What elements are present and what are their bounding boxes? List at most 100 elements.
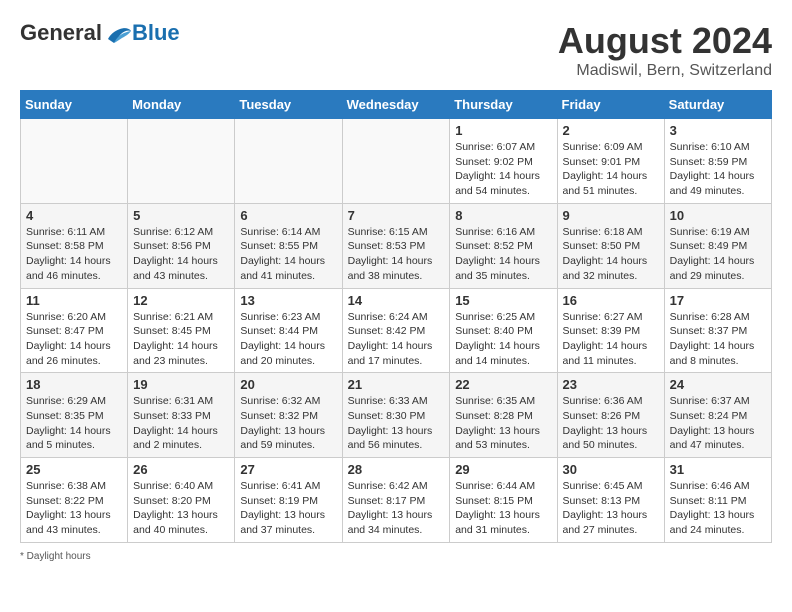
day-number-5: 5 (133, 208, 229, 223)
calendar-cell-13: 13 Sunrise: 6:23 AMSunset: 8:44 PMDayligh… (235, 288, 342, 373)
calendar-cell-3: 3 Sunrise: 6:10 AMSunset: 8:59 PMDaylight… (664, 119, 771, 204)
calendar-cell-15: 15 Sunrise: 6:25 AMSunset: 8:40 PMDayligh… (450, 288, 557, 373)
day-info-30: Sunrise: 6:45 AMSunset: 8:13 PMDaylight:… (563, 479, 659, 538)
day-number-10: 10 (670, 208, 766, 223)
day-number-11: 11 (26, 293, 122, 308)
calendar-cell-10: 10 Sunrise: 6:19 AMSunset: 8:49 PMDayligh… (664, 203, 771, 288)
calendar-cell-21: 21Sunrise: 6:33 AMSunset: 8:30 PMDayligh… (342, 373, 450, 458)
calendar-cell-24: 24 Sunrise: 6:37 AMSunset: 8:24 PMDayligh… (664, 373, 771, 458)
calendar-week-row-5: 25 Sunrise: 6:38 AMSunset: 8:22 PMDayligh… (21, 458, 772, 543)
day-number-2: 2 (563, 123, 659, 138)
calendar-cell-19: 19 Sunrise: 6:31 AMSunset: 8:33 PMDayligh… (128, 373, 235, 458)
calendar-cell-14: 14 Sunrise: 6:24 AMSunset: 8:42 PMDayligh… (342, 288, 450, 373)
day-number-15: 15 (455, 293, 551, 308)
day-info-5: Sunrise: 6:12 AMSunset: 8:56 PMDaylight:… (133, 225, 229, 284)
calendar-cell-empty (128, 119, 235, 204)
calendar-cell-9: 9 Sunrise: 6:18 AMSunset: 8:50 PMDaylight… (557, 203, 664, 288)
logo-bird-icon (104, 21, 132, 45)
day-number-16: 16 (563, 293, 659, 308)
day-number-25: 25 (26, 462, 122, 477)
calendar-cell-5: 5 Sunrise: 6:12 AMSunset: 8:56 PMDaylight… (128, 203, 235, 288)
day-info-6: Sunrise: 6:14 AMSunset: 8:55 PMDaylight:… (240, 225, 336, 284)
day-info-20: Sunrise: 6:32 AMSunset: 8:32 PMDaylight:… (240, 394, 336, 453)
calendar-header-row: SundayMondayTuesdayWednesdayThursdayFrid… (21, 91, 772, 119)
calendar-header-tuesday: Tuesday (235, 91, 342, 119)
day-number-18: 18 (26, 377, 122, 392)
calendar-cell-11: 11Sunrise: 6:20 AMSunset: 8:47 PMDayligh… (21, 288, 128, 373)
day-number-26: 26 (133, 462, 229, 477)
calendar-header-thursday: Thursday (450, 91, 557, 119)
day-number-3: 3 (670, 123, 766, 138)
day-number-27: 27 (240, 462, 336, 477)
day-info-31: Sunrise: 6:46 AMSunset: 8:11 PMDaylight:… (670, 479, 766, 538)
day-info-27: Sunrise: 6:41 AMSunset: 8:19 PMDaylight:… (240, 479, 336, 538)
day-info-10: Sunrise: 6:19 AMSunset: 8:49 PMDaylight:… (670, 225, 766, 284)
day-info-9: Sunrise: 6:18 AMSunset: 8:50 PMDaylight:… (563, 225, 659, 284)
day-info-16: Sunrise: 6:27 AMSunset: 8:39 PMDaylight:… (563, 310, 659, 369)
location-subtitle: Madiswil, Bern, Switzerland (558, 62, 772, 80)
day-number-13: 13 (240, 293, 336, 308)
calendar-cell-16: 16 Sunrise: 6:27 AMSunset: 8:39 PMDayligh… (557, 288, 664, 373)
day-number-17: 17 (670, 293, 766, 308)
day-number-24: 24 (670, 377, 766, 392)
calendar-cell-29: 29Sunrise: 6:44 AMSunset: 8:15 PMDayligh… (450, 458, 557, 543)
page-header: General Blue August 2024 Madiswil, Bern,… (20, 20, 772, 80)
calendar-cell-30: 30Sunrise: 6:45 AMSunset: 8:13 PMDayligh… (557, 458, 664, 543)
calendar-cell-17: 17 Sunrise: 6:28 AMSunset: 8:37 PMDayligh… (664, 288, 771, 373)
day-number-28: 28 (348, 462, 445, 477)
calendar-week-row-2: 4Sunrise: 6:11 AMSunset: 8:58 PMDaylight… (21, 203, 772, 288)
calendar-week-row-3: 11Sunrise: 6:20 AMSunset: 8:47 PMDayligh… (21, 288, 772, 373)
day-number-23: 23 (563, 377, 659, 392)
day-info-23: Sunrise: 6:36 AMSunset: 8:26 PMDaylight:… (563, 394, 659, 453)
calendar-cell-empty (342, 119, 450, 204)
day-number-4: 4 (26, 208, 122, 223)
calendar-cell-empty (235, 119, 342, 204)
day-number-19: 19 (133, 377, 229, 392)
calendar-header-monday: Monday (128, 91, 235, 119)
day-info-29: Sunrise: 6:44 AMSunset: 8:15 PMDaylight:… (455, 479, 551, 538)
calendar-cell-2: 2 Sunrise: 6:09 AMSunset: 9:01 PMDaylight… (557, 119, 664, 204)
day-number-22: 22 (455, 377, 551, 392)
calendar-cell-empty (21, 119, 128, 204)
day-info-19: Sunrise: 6:31 AMSunset: 8:33 PMDaylight:… (133, 394, 229, 453)
day-info-21: Sunrise: 6:33 AMSunset: 8:30 PMDaylight:… (348, 394, 445, 453)
day-info-17: Sunrise: 6:28 AMSunset: 8:37 PMDaylight:… (670, 310, 766, 369)
title-section: August 2024 Madiswil, Bern, Switzerland (558, 20, 772, 80)
calendar-header-friday: Friday (557, 91, 664, 119)
day-info-3: Sunrise: 6:10 AMSunset: 8:59 PMDaylight:… (670, 140, 766, 199)
calendar-week-row-4: 18 Sunrise: 6:29 AMSunset: 8:35 PMDayligh… (21, 373, 772, 458)
calendar-cell-7: 7 Sunrise: 6:15 AMSunset: 8:53 PMDaylight… (342, 203, 450, 288)
day-info-15: Sunrise: 6:25 AMSunset: 8:40 PMDaylight:… (455, 310, 551, 369)
daylight-note: * Daylight hours (20, 551, 772, 562)
calendar-cell-18: 18 Sunrise: 6:29 AMSunset: 8:35 PMDayligh… (21, 373, 128, 458)
day-number-12: 12 (133, 293, 229, 308)
calendar-cell-6: 6Sunrise: 6:14 AMSunset: 8:55 PMDaylight… (235, 203, 342, 288)
calendar-cell-20: 20 Sunrise: 6:32 AMSunset: 8:32 PMDayligh… (235, 373, 342, 458)
day-info-1: Sunrise: 6:07 AMSunset: 9:02 PMDaylight:… (455, 140, 551, 199)
calendar-cell-27: 27 Sunrise: 6:41 AMSunset: 8:19 PMDayligh… (235, 458, 342, 543)
day-number-7: 7 (348, 208, 445, 223)
calendar-cell-1: 1Sunrise: 6:07 AMSunset: 9:02 PMDaylight… (450, 119, 557, 204)
day-info-28: Sunrise: 6:42 AMSunset: 8:17 PMDaylight:… (348, 479, 445, 538)
day-number-20: 20 (240, 377, 336, 392)
calendar-header-saturday: Saturday (664, 91, 771, 119)
day-number-31: 31 (670, 462, 766, 477)
calendar-header-wednesday: Wednesday (342, 91, 450, 119)
day-info-24: Sunrise: 6:37 AMSunset: 8:24 PMDaylight:… (670, 394, 766, 453)
logo: General Blue (20, 20, 180, 46)
day-info-18: Sunrise: 6:29 AMSunset: 8:35 PMDaylight:… (26, 394, 122, 453)
logo-blue-text: Blue (132, 20, 180, 46)
day-info-13: Sunrise: 6:23 AMSunset: 8:44 PMDaylight:… (240, 310, 336, 369)
calendar-cell-26: 26Sunrise: 6:40 AMSunset: 8:20 PMDayligh… (128, 458, 235, 543)
day-number-14: 14 (348, 293, 445, 308)
day-info-22: Sunrise: 6:35 AMSunset: 8:28 PMDaylight:… (455, 394, 551, 453)
day-info-7: Sunrise: 6:15 AMSunset: 8:53 PMDaylight:… (348, 225, 445, 284)
day-info-8: Sunrise: 6:16 AMSunset: 8:52 PMDaylight:… (455, 225, 551, 284)
day-info-25: Sunrise: 6:38 AMSunset: 8:22 PMDaylight:… (26, 479, 122, 538)
day-number-9: 9 (563, 208, 659, 223)
calendar-cell-4: 4Sunrise: 6:11 AMSunset: 8:58 PMDaylight… (21, 203, 128, 288)
day-info-14: Sunrise: 6:24 AMSunset: 8:42 PMDaylight:… (348, 310, 445, 369)
day-info-2: Sunrise: 6:09 AMSunset: 9:01 PMDaylight:… (563, 140, 659, 199)
month-year-title: August 2024 (558, 20, 772, 62)
calendar-cell-12: 12Sunrise: 6:21 AMSunset: 8:45 PMDayligh… (128, 288, 235, 373)
